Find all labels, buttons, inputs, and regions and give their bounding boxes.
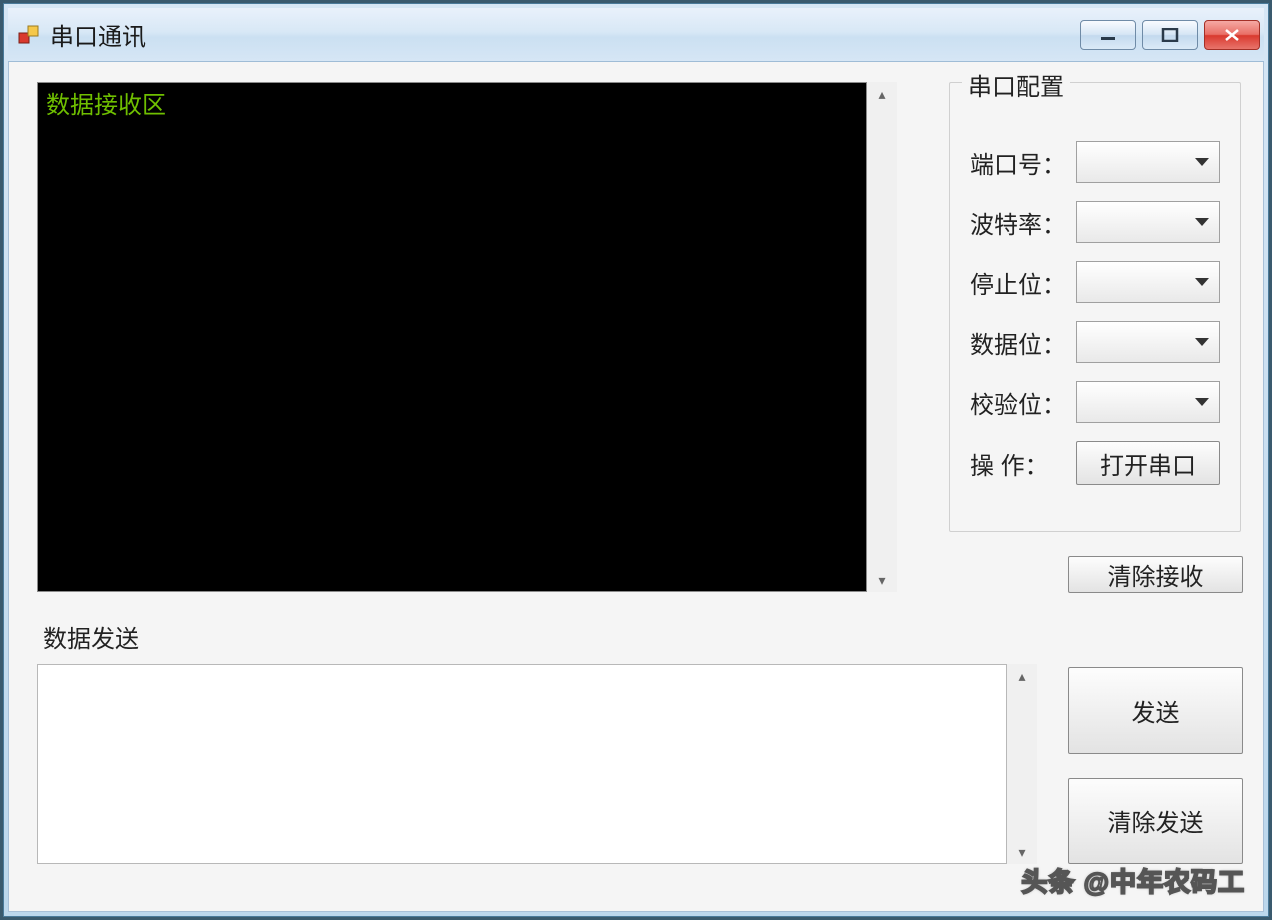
chevron-down-icon bbox=[1195, 338, 1209, 346]
databits-label: 数据位： bbox=[970, 325, 1058, 360]
scroll-down-icon: ▾ bbox=[1007, 840, 1037, 864]
open-port-button[interactable]: 打开串口 bbox=[1076, 441, 1220, 485]
title-bar: 串口通讯 bbox=[8, 8, 1264, 62]
send-legend: 数据发送 bbox=[43, 619, 917, 654]
minimize-icon bbox=[1099, 28, 1117, 42]
stopbits-label: 停止位： bbox=[970, 265, 1058, 300]
receive-textarea[interactable]: 数据接收区 bbox=[37, 82, 867, 592]
maximize-icon bbox=[1161, 28, 1179, 42]
receive-placeholder: 数据接收区 bbox=[46, 91, 166, 119]
scroll-up-icon: ▴ bbox=[867, 82, 897, 106]
minimize-button[interactable] bbox=[1080, 20, 1136, 50]
receive-scrollbar[interactable]: ▴ ▾ bbox=[867, 82, 897, 592]
send-textarea[interactable] bbox=[37, 664, 1007, 864]
chevron-down-icon bbox=[1195, 158, 1209, 166]
send-scrollbar[interactable]: ▴ ▾ bbox=[1007, 664, 1037, 864]
client-area: 数据接收区 ▴ ▾ 串口配置 端口号： bbox=[8, 62, 1264, 912]
baud-combobox[interactable] bbox=[1076, 201, 1220, 243]
chevron-down-icon bbox=[1195, 218, 1209, 226]
stopbits-combobox[interactable] bbox=[1076, 261, 1220, 303]
port-label: 端口号： bbox=[970, 145, 1058, 180]
serial-config-group: 串口配置 端口号： 波特率： bbox=[949, 82, 1241, 532]
chevron-down-icon bbox=[1195, 398, 1209, 406]
clear-send-button[interactable]: 清除发送 bbox=[1068, 778, 1243, 865]
watermark: 头条 @中年农码工 bbox=[1021, 862, 1245, 899]
window-controls bbox=[1080, 20, 1260, 50]
config-legend: 串口配置 bbox=[962, 67, 1070, 102]
databits-combobox[interactable] bbox=[1076, 321, 1220, 363]
close-button[interactable] bbox=[1204, 20, 1260, 50]
clear-receive-button[interactable]: 清除接收 bbox=[1068, 556, 1243, 593]
clear-send-label: 清除发送 bbox=[1108, 803, 1204, 838]
parity-label: 校验位： bbox=[970, 385, 1058, 420]
send-label: 发送 bbox=[1132, 693, 1180, 728]
port-combobox[interactable] bbox=[1076, 141, 1220, 183]
window-frame: 串口通讯 数据接收区 bbox=[3, 3, 1269, 917]
open-port-label: 打开串口 bbox=[1100, 446, 1196, 481]
operate-label: 操 作： bbox=[970, 446, 1058, 481]
close-icon bbox=[1223, 28, 1241, 42]
chevron-down-icon bbox=[1195, 278, 1209, 286]
clear-receive-label: 清除接收 bbox=[1108, 557, 1204, 592]
maximize-button[interactable] bbox=[1142, 20, 1198, 50]
parity-combobox[interactable] bbox=[1076, 381, 1220, 423]
scroll-down-icon: ▾ bbox=[867, 568, 897, 592]
receive-panel: 数据接收区 ▴ ▾ bbox=[37, 82, 917, 592]
window-title: 串口通讯 bbox=[50, 17, 146, 52]
app-icon bbox=[18, 24, 40, 46]
send-button[interactable]: 发送 bbox=[1068, 667, 1243, 754]
scroll-up-icon: ▴ bbox=[1007, 664, 1037, 688]
baud-label: 波特率： bbox=[970, 205, 1058, 240]
